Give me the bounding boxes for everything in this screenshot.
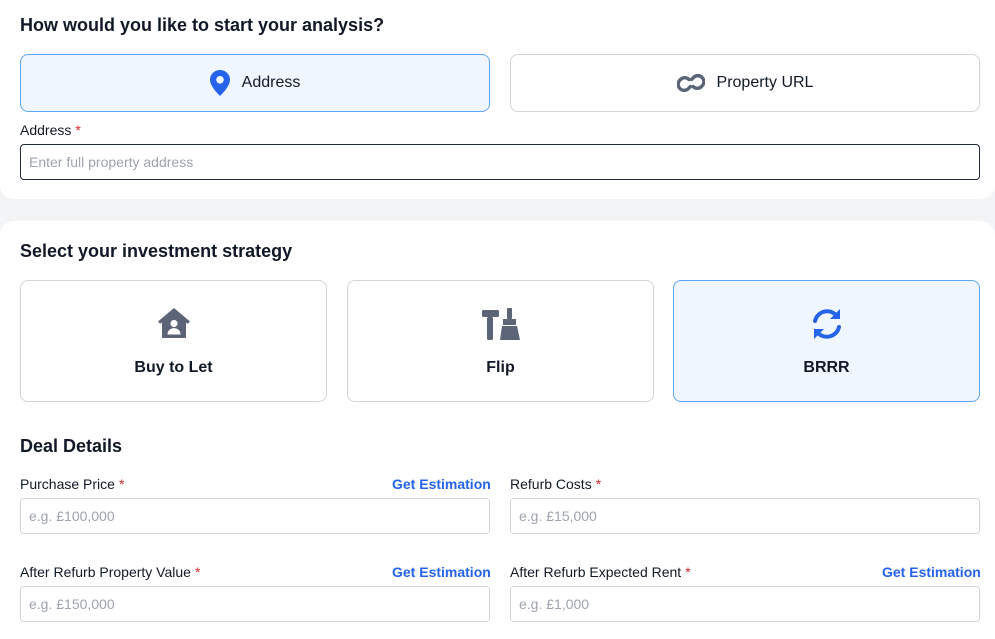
property-url-option-button[interactable]: Property URL (510, 54, 980, 112)
required-mark: * (118, 476, 125, 492)
strategy-brrr-label: BRRR (803, 359, 850, 376)
after-refurb-rent-get-estimation-link[interactable]: Get Estimation (882, 564, 981, 580)
property-url-option-label: Property URL (716, 74, 814, 91)
purchase-price-label: Purchase Price * (20, 476, 124, 492)
purchase-price-input[interactable] (20, 498, 490, 534)
link-icon (676, 72, 705, 94)
strategy-buy-to-let-label: Buy to Let (134, 359, 213, 376)
tools-icon (481, 307, 521, 346)
purchase-price-label-text: Purchase Price (20, 476, 115, 492)
deal-details-title: Deal Details (20, 436, 123, 456)
after-refurb-rent-label: After Refurb Expected Rent * (510, 564, 691, 580)
address-option-label: Address (241, 74, 301, 91)
strategy-flip-label: Flip (486, 359, 515, 376)
after-refurb-value-input[interactable] (20, 586, 490, 622)
refurb-costs-input[interactable] (510, 498, 980, 534)
refurb-costs-label-text: Refurb Costs (510, 476, 592, 492)
strategy-buy-to-let-button[interactable]: Buy to Let (20, 280, 327, 402)
house-user-icon (157, 307, 191, 344)
required-mark: * (75, 122, 81, 138)
purchase-price-get-estimation-link[interactable]: Get Estimation (392, 476, 491, 492)
address-label-text: Address (20, 122, 72, 138)
map-pin-icon (209, 70, 230, 96)
after-refurb-rent-label-text: After Refurb Expected Rent (510, 564, 682, 580)
start-analysis-title: How would you like to start your analysi… (20, 15, 385, 35)
required-mark: * (685, 564, 691, 580)
refresh-icon (810, 307, 844, 346)
after-refurb-rent-input[interactable] (510, 586, 980, 622)
address-option-button[interactable]: Address (20, 54, 490, 112)
required-mark: * (595, 476, 602, 492)
address-field-label: Address * (20, 122, 81, 138)
strategy-title: Select your investment strategy (20, 241, 293, 261)
strategy-flip-button[interactable]: Flip (347, 280, 654, 402)
after-refurb-value-label: After Refurb Property Value * (20, 564, 200, 580)
after-refurb-value-get-estimation-link[interactable]: Get Estimation (392, 564, 491, 580)
start-analysis-card: How would you like to start your analysi… (0, 0, 995, 199)
strategy-brrr-button[interactable]: BRRR (673, 280, 980, 402)
after-refurb-value-label-text: After Refurb Property Value (20, 564, 191, 580)
investment-strategy-card: Select your investment strategy Buy to L… (0, 221, 995, 639)
required-mark: * (194, 564, 201, 580)
refurb-costs-label: Refurb Costs * (510, 476, 601, 492)
address-input[interactable] (20, 144, 980, 180)
